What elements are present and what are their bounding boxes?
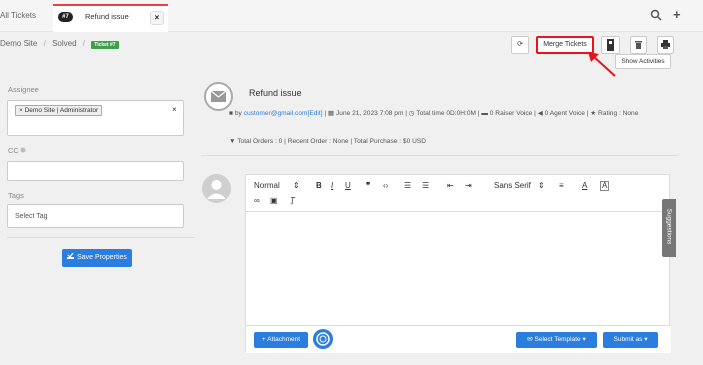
cc-label: CC [8, 146, 19, 155]
tab-title: Refund issue [85, 12, 129, 21]
clear-icon[interactable]: × [172, 105, 177, 114]
ticket-subject: Refund issue [249, 88, 302, 98]
divider [7, 237, 195, 238]
properties-panel: Assignee × Demo Site | Administrator × C… [0, 73, 200, 365]
breadcrumb-separator: / [43, 39, 46, 48]
quote-icon[interactable]: ❞ [366, 181, 370, 190]
editor-footer: + Attachment ✉ Select Template ▾ Submit … [246, 325, 671, 353]
tab-badge: #7 [58, 12, 73, 22]
template-label: Select Template [534, 336, 581, 343]
annotation-arrow-icon [588, 52, 616, 77]
cart-icon: ▼ [229, 138, 236, 145]
user-icon: ■ [229, 110, 233, 117]
ai-assistant-icon[interactable] [313, 329, 333, 349]
tags-label: Tags [8, 191, 24, 200]
chevron-down-icon[interactable]: ⇕ [538, 181, 545, 190]
suggestions-tab[interactable]: Suggestions [662, 199, 676, 257]
customer-email-link[interactable]: customer@gmail.com [244, 110, 308, 117]
background-color-icon[interactable]: A [600, 181, 610, 191]
image-icon[interactable]: ▣ [270, 196, 278, 205]
select-template-button[interactable]: ✉ Select Template ▾ [516, 332, 597, 348]
caret-down-icon: ▾ [642, 336, 648, 343]
ticket-meta-details: | ▦ June 21, 2023 7:08 pm | ◷ Total time… [324, 110, 639, 117]
italic-icon[interactable]: I [331, 181, 333, 190]
print-button[interactable] [657, 36, 674, 54]
tab-ticket-7[interactable]: #7 Refund issue × [53, 4, 168, 32]
submit-label: Submit as [613, 336, 643, 343]
tags-placeholder: Select Tag [15, 213, 48, 220]
envelope-icon: ✉ [527, 336, 535, 343]
assignee-chip[interactable]: × Demo Site | Administrator [15, 105, 103, 116]
order-summary-text: Total Orders : 0 | Recent Order : None |… [237, 138, 426, 145]
order-summary: ▼ Total Orders : 0 | Recent Order : None… [229, 138, 426, 145]
editor-toolbar: Normal ⇕ B I U ❞ ‹› ☰ ☰ ⇤ ⇥ Sans Serif ⇕… [246, 175, 671, 212]
delete-button[interactable] [630, 36, 647, 54]
save-icon [67, 252, 75, 259]
underline-icon[interactable]: U [345, 181, 351, 190]
link-icon[interactable]: ∞ [254, 196, 260, 205]
tab-bar: All Tickets #7 Refund issue × + [0, 0, 703, 32]
ticket-id-badge: Ticket #7 [91, 41, 119, 49]
assignee-label: Assignee [8, 85, 39, 94]
tags-field[interactable]: Select Tag [7, 204, 184, 228]
assignee-field[interactable]: × Demo Site | Administrator × [7, 100, 184, 136]
refresh-button[interactable]: ⟳ [511, 36, 529, 54]
submit-as-button[interactable]: Submit as ▾ [603, 332, 658, 348]
breadcrumb-site[interactable]: Demo Site [0, 39, 37, 48]
save-properties-button[interactable]: Save Properties [62, 249, 132, 267]
email-icon [204, 82, 233, 111]
font-select[interactable]: Sans Serif [494, 181, 531, 190]
breadcrumb-separator: / [82, 39, 85, 48]
breadcrumb: Demo Site / Solved / Ticket #7 [0, 39, 119, 49]
outdent-icon[interactable]: ⇤ [447, 181, 454, 190]
suggestions-label: Suggestions [665, 208, 673, 245]
code-icon[interactable]: ‹› [383, 181, 388, 190]
clear-format-icon[interactable]: Ṯ [290, 196, 295, 205]
bullet-list-icon[interactable]: ☰ [422, 181, 429, 190]
breadcrumb-status[interactable]: Solved [52, 39, 76, 48]
trash-icon [635, 41, 642, 49]
by-prefix: by [234, 110, 242, 117]
show-activities-button[interactable]: Show Activities [615, 54, 671, 69]
tab-all-tickets[interactable]: All Tickets [0, 11, 36, 20]
ordered-list-icon[interactable]: ☰ [404, 181, 411, 190]
edit-email-link[interactable]: [Edit] [308, 110, 323, 117]
info-icon [20, 147, 26, 153]
format-select[interactable]: Normal [254, 181, 280, 190]
indent-icon[interactable]: ⇥ [465, 181, 472, 190]
attachment-label: Attachment [267, 336, 301, 343]
cc-field[interactable] [7, 161, 184, 181]
ticket-meta: ■ by customer@gmail.com[Edit] | ▦ June 2… [229, 109, 669, 119]
close-icon[interactable]: × [150, 11, 164, 25]
add-icon[interactable]: + [673, 7, 681, 22]
search-icon[interactable] [650, 9, 662, 21]
align-icon[interactable]: ≡ [559, 181, 564, 190]
print-icon [661, 40, 670, 49]
text-color-icon[interactable]: A [582, 181, 587, 190]
caret-down-icon: ▾ [580, 336, 586, 343]
chevron-down-icon[interactable]: ⇕ [293, 181, 300, 190]
divider [201, 155, 678, 156]
bold-icon[interactable]: B [316, 181, 322, 190]
attachment-button[interactable]: + Attachment [254, 332, 308, 348]
reply-editor[interactable]: Normal ⇕ B I U ❞ ‹› ☰ ☰ ⇤ ⇥ Sans Serif ⇕… [245, 174, 671, 353]
save-properties-label: Save Properties [77, 254, 127, 261]
avatar [202, 174, 231, 203]
